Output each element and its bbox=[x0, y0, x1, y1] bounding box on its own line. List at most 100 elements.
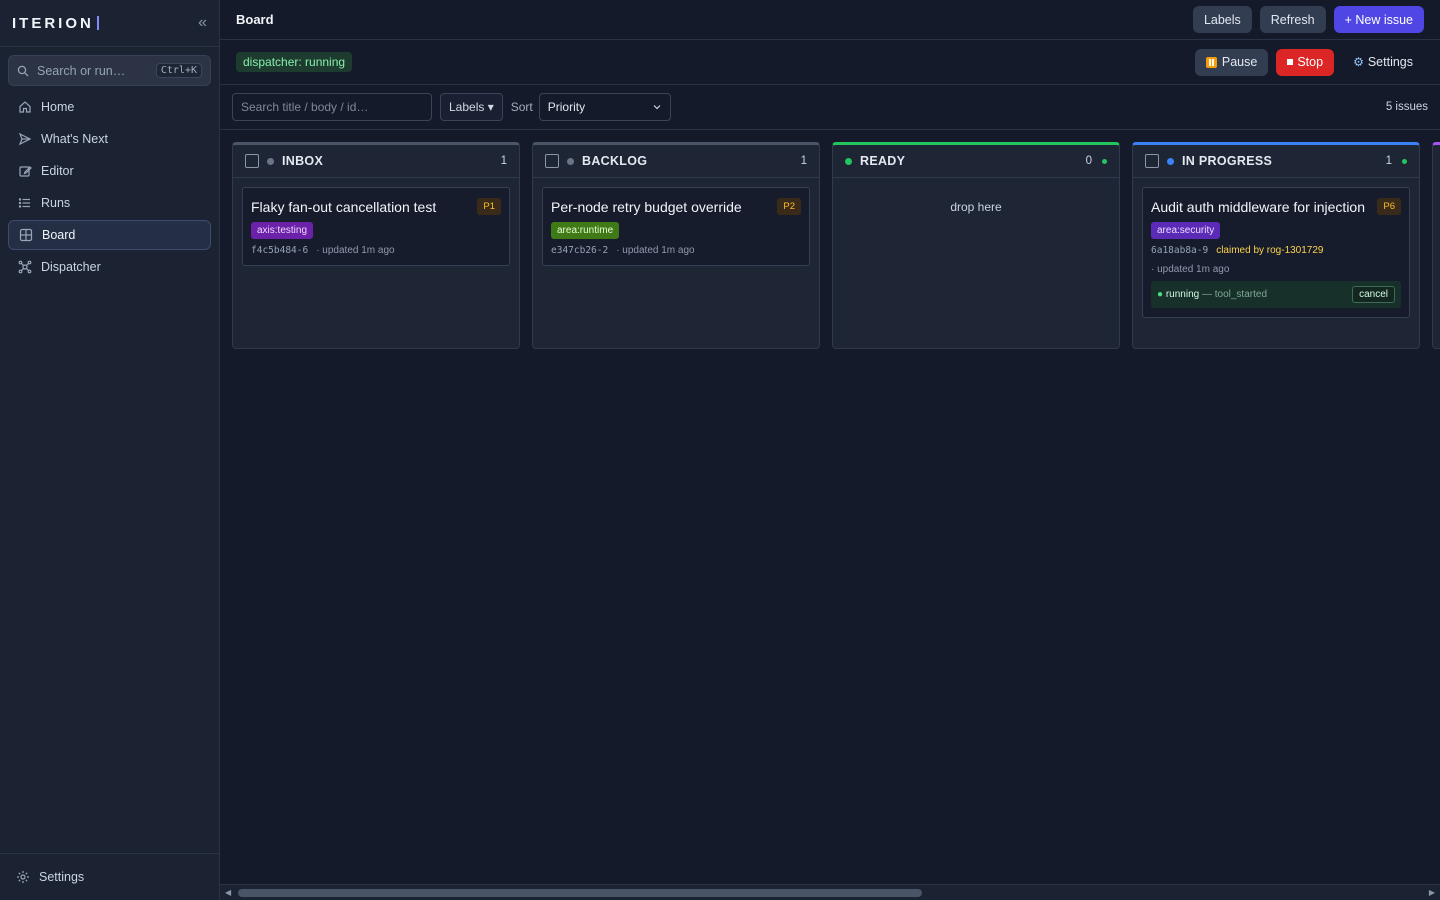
live-indicator bbox=[1102, 158, 1107, 164]
pause-icon bbox=[1205, 56, 1217, 68]
running-dot-icon: ● bbox=[1157, 289, 1164, 300]
labels-filter-dropdown[interactable]: Labels ▾ bbox=[440, 93, 503, 121]
refresh-button[interactable]: Refresh bbox=[1259, 6, 1326, 33]
sidebar-item-dispatcher[interactable]: Dispatcher bbox=[8, 252, 211, 282]
dispatcher-settings-button[interactable]: ⚙ Settings bbox=[1342, 49, 1424, 76]
issue-id: e347cb26-2 bbox=[551, 245, 609, 256]
topbar: Board Labels Refresh + New issue bbox=[220, 0, 1440, 40]
column-count: 1 bbox=[500, 155, 507, 167]
stop-button[interactable]: Stop bbox=[1276, 48, 1335, 76]
card-meta: 6a18ab8a-9 claimed by rog-1301729 bbox=[1151, 245, 1401, 256]
list-icon bbox=[18, 196, 32, 210]
column-header: BACKLOG 1 bbox=[533, 145, 819, 178]
stop-label: Stop bbox=[1297, 55, 1324, 69]
run-status: ● running — tool_started bbox=[1157, 289, 1267, 300]
dispatcher-actions: Pause Stop ⚙ Settings bbox=[1194, 48, 1424, 76]
drop-zone[interactable]: drop here bbox=[833, 200, 1119, 214]
scroll-right-icon[interactable]: ▶ bbox=[1429, 888, 1435, 897]
new-issue-button[interactable]: + New issue bbox=[1333, 6, 1424, 33]
sidebar-settings[interactable]: Settings bbox=[0, 853, 219, 900]
labels-button[interactable]: Labels bbox=[1192, 6, 1252, 33]
scrollbar-thumb[interactable] bbox=[238, 889, 922, 897]
status-dot bbox=[845, 157, 852, 165]
sidebar-item-label: What's Next bbox=[41, 132, 108, 146]
sidebar-settings-label: Settings bbox=[39, 870, 85, 884]
sort-value: Priority bbox=[547, 100, 586, 114]
select-all-checkbox[interactable] bbox=[245, 154, 259, 168]
column-title: BACKLOG bbox=[582, 154, 648, 168]
issue-card[interactable]: Audit auth middleware for injection P6 a… bbox=[1142, 187, 1410, 318]
sort-label: Sort bbox=[510, 100, 533, 114]
sidebar-item-runs[interactable]: Runs bbox=[8, 188, 211, 218]
card-meta: e347cb26-2 · updated 1m ago bbox=[551, 245, 801, 256]
run-state-label: running bbox=[1165, 289, 1200, 300]
issue-id: 6a18ab8a-9 bbox=[1151, 245, 1209, 256]
gear-icon: ⚙ bbox=[1353, 55, 1364, 69]
board-horizontal-scrollbar[interactable]: ◀ ▶ bbox=[220, 884, 1440, 900]
hub-icon bbox=[18, 260, 32, 274]
sidebar-item-home[interactable]: Home bbox=[8, 92, 211, 122]
label-tag: axis:testing bbox=[251, 222, 314, 239]
run-event: — tool_started bbox=[1201, 289, 1268, 300]
priority-badge: P1 bbox=[477, 198, 501, 215]
issue-id: f4c5b484-6 bbox=[251, 245, 309, 256]
sort-select[interactable]: Priority bbox=[538, 93, 671, 121]
sidebar-item-label: Runs bbox=[41, 196, 71, 210]
column-header: INBOX 1 bbox=[233, 145, 519, 178]
dispatcher-bar: dispatcher: running Pause Stop ⚙ Settings bbox=[220, 40, 1440, 85]
status-dot bbox=[567, 157, 574, 165]
run-status-row: ● running — tool_started cancel bbox=[1151, 281, 1401, 308]
claimed-by: claimed by rog-1301729 bbox=[1216, 245, 1324, 256]
column-next-partial bbox=[1432, 142, 1440, 349]
pause-label: Pause bbox=[1221, 55, 1258, 69]
cancel-run-button[interactable]: cancel bbox=[1352, 286, 1395, 303]
command-search[interactable]: Search or run… Ctrl+K bbox=[8, 55, 211, 86]
issue-search-input[interactable] bbox=[232, 93, 432, 121]
search-icon bbox=[17, 65, 29, 76]
collapse-sidebar-icon[interactable]: « bbox=[198, 14, 207, 32]
card-header: Audit auth middleware for injection P6 bbox=[1151, 197, 1401, 217]
card-meta: f4c5b484-6 · updated 1m ago bbox=[251, 245, 501, 256]
pause-button[interactable]: Pause bbox=[1194, 48, 1269, 76]
card-title: Flaky fan-out cancellation test bbox=[251, 199, 437, 215]
column-title: READY bbox=[860, 154, 906, 168]
column-header: READY 0 bbox=[833, 145, 1119, 178]
sidebar: ITERION « Search or run… Ctrl+K Home Wha… bbox=[0, 0, 220, 900]
issue-card[interactable]: Flaky fan-out cancellation test P1 axis:… bbox=[242, 187, 510, 266]
select-all-checkbox[interactable] bbox=[1145, 154, 1159, 168]
label-tag: area:security bbox=[1151, 222, 1221, 239]
sidebar-item-label: Editor bbox=[41, 164, 74, 178]
updated-time: · updated 1m ago bbox=[1151, 264, 1230, 275]
select-all-checkbox[interactable] bbox=[545, 154, 559, 168]
issue-card[interactable]: Per-node retry budget override P2 area:r… bbox=[542, 187, 810, 266]
column-body: Per-node retry budget override P2 area:r… bbox=[533, 178, 819, 275]
gear-icon bbox=[16, 870, 30, 884]
sidebar-nav: Home What's Next Editor Runs Board Dispa… bbox=[0, 92, 219, 282]
priority-badge: P6 bbox=[1377, 198, 1401, 215]
scroll-left-icon[interactable]: ◀ bbox=[225, 888, 231, 897]
send-icon bbox=[18, 132, 32, 146]
sidebar-item-label: Board bbox=[42, 228, 76, 242]
sidebar-item-label: Dispatcher bbox=[41, 260, 101, 274]
brand-cursor bbox=[96, 16, 99, 30]
command-search-placeholder: Search or run… bbox=[37, 63, 126, 78]
shortcut-hint: Ctrl+K bbox=[155, 63, 202, 78]
column-count: 0 bbox=[1085, 155, 1092, 167]
column-count: 1 bbox=[800, 155, 807, 167]
column-title: IN PROGRESS bbox=[1182, 154, 1273, 168]
brand-row: ITERION « bbox=[0, 0, 219, 47]
column-header: IN PROGRESS 1 bbox=[1133, 145, 1419, 178]
label-tag: area:runtime bbox=[551, 222, 620, 239]
card-header: Per-node retry budget override P2 bbox=[551, 197, 801, 217]
sidebar-item-whats-next[interactable]: What's Next bbox=[8, 124, 211, 154]
priority-badge: P2 bbox=[777, 198, 801, 215]
updated-time: · updated 1m ago bbox=[616, 245, 695, 256]
home-icon bbox=[18, 100, 32, 114]
kanban-board: INBOX 1 Flaky fan-out cancellation test … bbox=[232, 142, 1440, 350]
sidebar-item-label: Home bbox=[41, 100, 75, 114]
issue-count: 5 issues bbox=[1385, 101, 1428, 113]
sidebar-item-editor[interactable]: Editor bbox=[8, 156, 211, 186]
card-title: Audit auth middleware for injection bbox=[1151, 199, 1366, 215]
sidebar-item-board[interactable]: Board bbox=[8, 220, 211, 250]
app-brand: ITERION bbox=[12, 14, 94, 32]
